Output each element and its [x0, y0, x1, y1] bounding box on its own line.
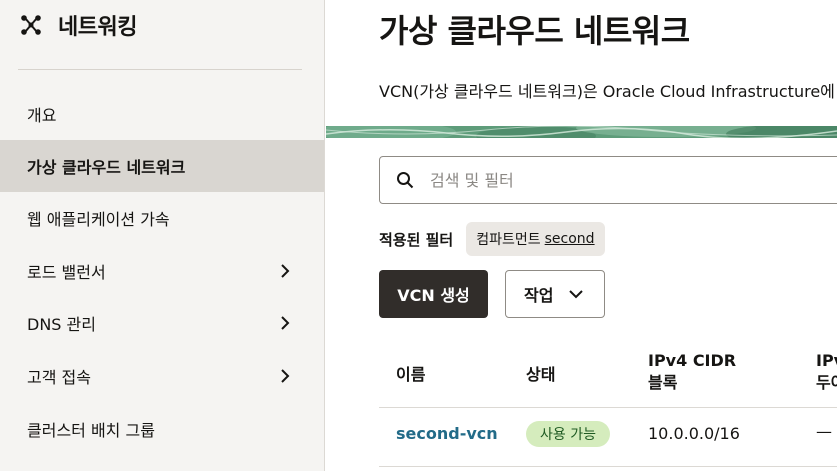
sidebar-item-customer-connectivity[interactable]: 고객 접속	[0, 350, 324, 402]
search-icon	[397, 172, 414, 189]
column-header-ipv4-line1: IPv4 CIDR	[648, 351, 737, 370]
sidebar-item-label: 개요	[27, 106, 57, 125]
network-icon	[21, 15, 41, 35]
sidebar-header: 네트워킹	[20, 10, 137, 40]
create-vcn-label: VCN 생성	[397, 286, 470, 305]
actions-label: 작업	[524, 286, 554, 305]
column-header-ipv6-line1: IPv	[816, 351, 837, 370]
ipv6-value: —	[816, 422, 832, 441]
column-header-ipv6[interactable]: IPv 두어	[816, 350, 837, 394]
applied-filters: 적용된 필터 컴파트먼트 second	[379, 222, 605, 256]
sidebar-item-cluster-placement-groups[interactable]: 클러스터 배치 그룹	[0, 403, 324, 455]
applied-filters-label: 적용된 필터	[379, 230, 454, 249]
sidebar-item-label: 고객 접속	[27, 368, 91, 387]
chevron-right-icon	[281, 369, 290, 383]
sidebar: 네트워킹 개요 가상 클라우드 네트워크 웹 애플리케이션 가속 로드 밸런서 …	[0, 0, 325, 471]
sidebar-item-vcn[interactable]: 가상 클라우드 네트워크	[0, 140, 324, 192]
column-header-ipv4-line2: 블록	[648, 373, 678, 392]
sidebar-item-label: 로드 밸런서	[27, 263, 106, 282]
sidebar-item-overview[interactable]: 개요	[0, 88, 324, 140]
column-header-ipv4-cidr[interactable]: IPv4 CIDR 블록	[648, 350, 736, 394]
vcn-name-link[interactable]: second-vcn	[396, 424, 498, 443]
sidebar-item-label: DNS 관리	[27, 315, 96, 334]
chevron-down-icon	[569, 290, 584, 299]
table-divider	[379, 466, 837, 467]
chevron-right-icon	[281, 264, 290, 278]
filter-chip-compartment[interactable]: 컴파트먼트 second	[466, 222, 605, 256]
status-badge: 사용 가능	[526, 421, 610, 447]
column-header-name[interactable]: 이름	[396, 364, 425, 386]
sidebar-item-label: 웹 애플리케이션 가속	[27, 210, 170, 229]
ipv4-cidr-value: 10.0.0.0/16	[648, 424, 740, 443]
actions-dropdown-button[interactable]: 작업	[505, 270, 605, 318]
main-content: 가상 클라우드 네트워크 VCN(가상 클라우드 네트워크)은 Oracle C…	[326, 0, 837, 471]
page-description: VCN(가상 클라우드 네트워크)은 Oracle Cloud Infrastr…	[379, 82, 835, 101]
sidebar-item-load-balancer[interactable]: 로드 밸런서	[0, 245, 324, 297]
sidebar-item-dns-management[interactable]: DNS 관리	[0, 297, 324, 349]
filter-chip-name: 컴파트먼트	[476, 232, 541, 248]
decorative-banner	[326, 126, 837, 138]
column-header-ipv6-line2: 두어	[816, 373, 837, 392]
sidebar-item-web-app-acceleration[interactable]: 웹 애플리케이션 가속	[0, 192, 324, 244]
filter-chip-value[interactable]: second	[545, 231, 595, 247]
search-input[interactable]	[428, 169, 812, 191]
sidebar-divider	[18, 69, 302, 70]
sidebar-title: 네트워킹	[58, 15, 137, 40]
search-filter-box[interactable]	[379, 156, 837, 204]
sidebar-item-label: 가상 클라우드 네트워크	[27, 158, 186, 177]
page-title: 가상 클라우드 네트워크	[379, 12, 690, 50]
column-header-status-text: 상태	[526, 365, 556, 384]
column-header-name-text: 이름	[396, 365, 426, 384]
column-header-status[interactable]: 상태	[526, 364, 555, 386]
table-divider	[379, 407, 837, 408]
chevron-right-icon	[281, 316, 290, 330]
sidebar-item-label: 클러스터 배치 그룹	[27, 421, 155, 440]
create-vcn-button[interactable]: VCN 생성	[379, 270, 488, 318]
